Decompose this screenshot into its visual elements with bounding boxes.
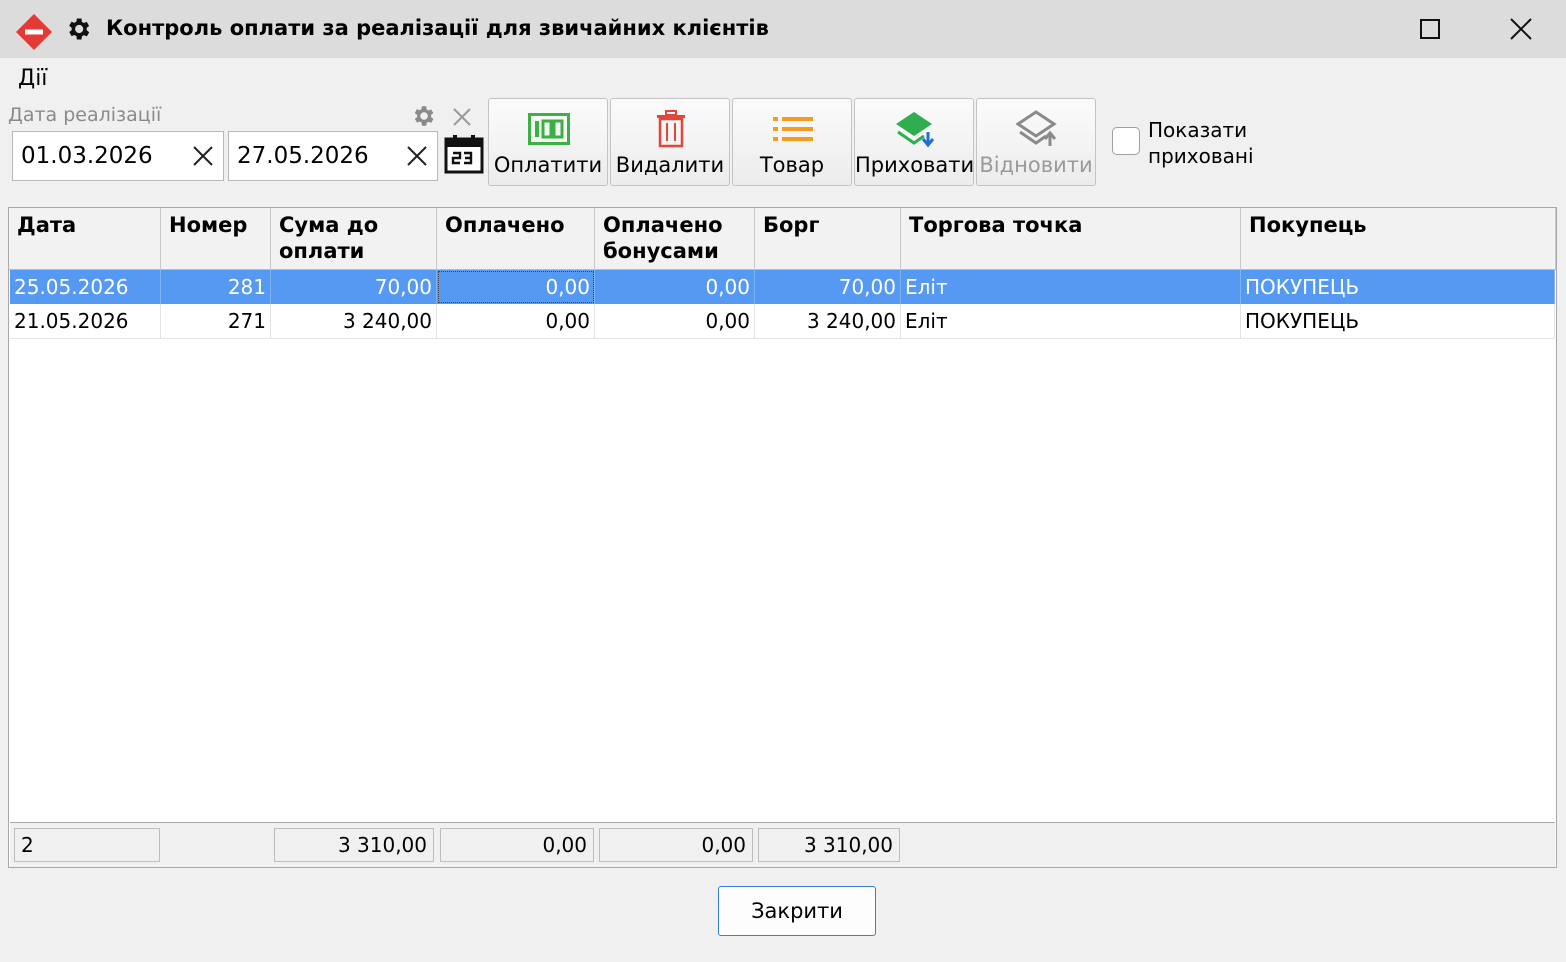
app-icon xyxy=(14,12,54,52)
close-button[interactable]: Закрити xyxy=(718,886,876,936)
settings-gear-icon[interactable] xyxy=(64,15,92,43)
date-to-field[interactable]: 27.05.2026 xyxy=(228,131,438,181)
date-to-value: 27.05.2026 xyxy=(237,143,369,169)
cell-debt[interactable]: 3 240,00 xyxy=(755,304,901,338)
show-hidden-label[interactable]: Показати приховані xyxy=(1148,117,1288,169)
cell-date[interactable]: 21.05.2026 xyxy=(10,304,161,338)
cell-buyer[interactable]: ПОКУПЕЦЬ xyxy=(1241,304,1555,338)
restore-button[interactable]: Відновити xyxy=(976,98,1096,186)
goods-label: Товар xyxy=(759,153,825,177)
cell-number[interactable]: 271 xyxy=(161,304,271,338)
clear-date-from-icon[interactable] xyxy=(191,144,215,168)
filter-clear-icon[interactable] xyxy=(450,105,474,129)
row-divider xyxy=(10,338,1555,339)
date-filter-label: Дата реалізації xyxy=(8,104,162,126)
sales-grid[interactable]: Дата Номер Сума до оплати Оплачено Оплач… xyxy=(8,207,1557,868)
cell-buyer[interactable]: ПОКУПЕЦЬ xyxy=(1241,270,1555,304)
cell-paid[interactable]: 0,00 xyxy=(437,270,595,304)
close-icon xyxy=(1510,18,1532,40)
cell-paid-bonus[interactable]: 0,00 xyxy=(595,270,755,304)
restore-label: Відновити xyxy=(979,153,1093,177)
layers-down-icon xyxy=(891,107,939,151)
show-hidden-checkbox[interactable] xyxy=(1112,127,1140,155)
cell-sum-to-pay[interactable]: 70,00 xyxy=(271,270,437,304)
column-header-date[interactable]: Дата xyxy=(9,208,161,270)
cell-outlet[interactable]: Еліт xyxy=(901,304,1241,338)
cell-date[interactable]: 25.05.2026 xyxy=(10,270,161,304)
footer-paid: 0,00 xyxy=(440,828,594,862)
delete-button[interactable]: Видалити xyxy=(610,98,730,186)
column-header-number[interactable]: Номер xyxy=(161,208,271,270)
date-from-value: 01.03.2026 xyxy=(21,143,153,169)
grid-footer: 2 3 310,00 0,00 0,00 3 310,00 xyxy=(10,822,1555,867)
filter-settings-gear-icon[interactable] xyxy=(410,103,436,129)
pay-label: Оплатити xyxy=(493,153,603,177)
table-row[interactable]: 25.05.2026 281 70,00 0,00 0,00 70,00 Елі… xyxy=(10,270,1555,304)
menu-actions[interactable]: Дії xyxy=(18,64,47,94)
footer-row-count: 2 xyxy=(14,828,160,862)
hide-button[interactable]: Приховати xyxy=(854,98,974,186)
column-header-paid-bonus[interactable]: Оплачено бонусами xyxy=(595,208,755,270)
cell-paid[interactable]: 0,00 xyxy=(437,304,595,338)
column-header-outlet[interactable]: Торгова точка xyxy=(901,208,1241,270)
cell-debt[interactable]: 70,00 xyxy=(755,270,901,304)
maximize-icon xyxy=(1420,19,1440,39)
close-window-button[interactable] xyxy=(1476,0,1566,58)
footer-sum-to-pay: 3 310,00 xyxy=(274,828,434,862)
column-header-paid[interactable]: Оплачено xyxy=(437,208,595,270)
list-icon xyxy=(769,107,817,151)
cell-paid-bonus[interactable]: 0,00 xyxy=(595,304,755,338)
cash-icon xyxy=(525,107,573,151)
hide-label: Приховати xyxy=(855,153,975,177)
date-from-field[interactable]: 01.03.2026 xyxy=(12,131,224,181)
window-title: Контроль оплати за реалізації для звичай… xyxy=(106,16,769,40)
goods-button[interactable]: Товар xyxy=(732,98,852,186)
pay-button[interactable]: Оплатити xyxy=(488,98,608,186)
cell-outlet[interactable]: Еліт xyxy=(901,270,1241,304)
column-header-buyer[interactable]: Покупець xyxy=(1241,208,1556,270)
footer-paid-bonus: 0,00 xyxy=(599,828,753,862)
calendar-icon[interactable] xyxy=(443,133,485,175)
table-row[interactable]: 21.05.2026 271 3 240,00 0,00 0,00 3 240,… xyxy=(10,304,1555,338)
cell-number[interactable]: 281 xyxy=(161,270,271,304)
column-header-debt[interactable]: Борг xyxy=(755,208,901,270)
cell-sum-to-pay[interactable]: 3 240,00 xyxy=(271,304,437,338)
clear-date-to-icon[interactable] xyxy=(405,144,429,168)
footer-debt: 3 310,00 xyxy=(758,828,900,862)
trash-icon xyxy=(647,107,695,151)
maximize-button[interactable] xyxy=(1385,0,1475,58)
layers-up-icon xyxy=(1013,107,1061,151)
delete-label: Видалити xyxy=(615,153,725,177)
column-header-sum-to-pay[interactable]: Сума до оплати xyxy=(271,208,437,270)
